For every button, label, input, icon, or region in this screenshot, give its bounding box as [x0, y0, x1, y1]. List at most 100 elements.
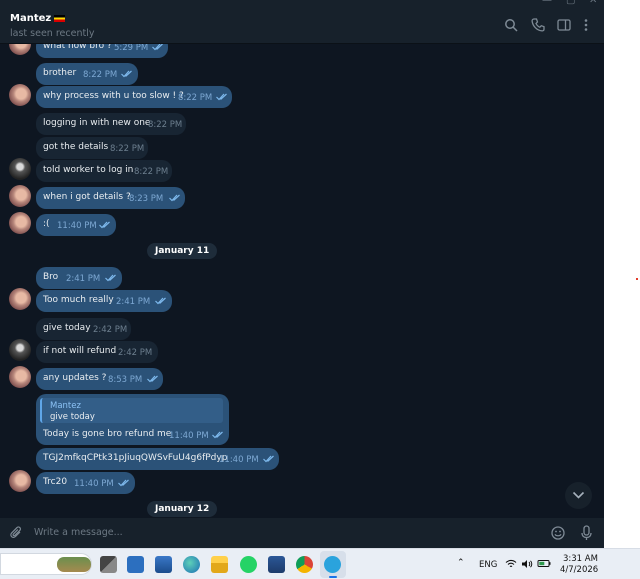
connection-app-icon[interactable]	[268, 556, 285, 573]
contact-name[interactable]: Mantez	[10, 13, 51, 24]
message-time: 11:40 PM	[74, 479, 114, 489]
message-text: any updates ?	[43, 373, 107, 383]
message-time: 8:22 PM	[178, 93, 213, 103]
message-bubble[interactable]: brother 8:22 PM	[36, 63, 138, 85]
chrome-icon[interactable]	[296, 556, 313, 573]
double-check-icon	[121, 70, 132, 78]
message-bubble[interactable]: Too much really 2:41 PM	[36, 290, 172, 312]
avatar[interactable]	[9, 185, 31, 207]
windows-taskbar: ⌃ ENG 3:31 AM 4/7/2026	[0, 548, 640, 579]
double-check-icon	[155, 297, 166, 305]
message-bubble[interactable]: any updates ? 8:53 PM	[36, 368, 163, 390]
message-bubble[interactable]: :( 11:40 PM	[36, 214, 116, 236]
message-bubble[interactable]: give today 2:42 PM	[36, 318, 131, 340]
message-text: Bro	[43, 272, 59, 282]
message-time: 5:29 PM	[114, 43, 149, 53]
battery-icon[interactable]	[537, 558, 551, 569]
attach-icon[interactable]	[10, 526, 23, 540]
sidebar-toggle-icon[interactable]	[557, 18, 571, 32]
reply-message-bubble[interactable]: Mantez give today Today is gone bro refu…	[36, 394, 229, 445]
volume-icon[interactable]	[521, 559, 533, 569]
avatar[interactable]	[9, 288, 31, 310]
message-text: if not will refund	[43, 346, 117, 356]
avatar[interactable]	[9, 158, 31, 180]
message-text: give today	[43, 323, 91, 333]
avatar[interactable]	[9, 84, 31, 106]
message-text: Trc20	[43, 477, 68, 487]
message-text: logging in with new one	[43, 118, 151, 128]
message-time: 8:22 PM	[83, 70, 118, 80]
avatar[interactable]	[9, 470, 31, 492]
microphone-icon[interactable]	[581, 525, 592, 541]
language-indicator[interactable]: ENG	[479, 560, 497, 570]
uganda-flag-icon	[54, 14, 66, 22]
show-hidden-icons-chevron-icon[interactable]: ⌃	[457, 558, 465, 568]
message-text: told worker to log in	[43, 165, 134, 175]
chevron-down-icon	[572, 491, 585, 499]
message-bubble[interactable]: why process with u too slow ! ? 8:22 PM	[36, 86, 232, 108]
file-explorer-icon[interactable]	[211, 556, 228, 573]
reply-quote-author: Mantez	[50, 401, 81, 411]
message-input[interactable]: Write a message...	[34, 527, 123, 538]
minimize-button[interactable]: —	[542, 0, 552, 6]
wifi-icon[interactable]	[505, 559, 517, 569]
contact-name-row[interactable]: Mantez	[10, 13, 66, 24]
search-icon[interactable]	[504, 18, 518, 32]
more-menu-icon[interactable]	[582, 18, 590, 32]
taskbar-search-box[interactable]	[0, 553, 92, 575]
double-check-icon	[118, 479, 129, 487]
message-bubble[interactable]: logging in with new one 8:22 PM	[36, 113, 186, 135]
message-text: when i got details ?	[43, 192, 131, 202]
message-text: why process with u too slow ! ?	[43, 91, 184, 101]
avatar[interactable]	[9, 366, 31, 388]
message-composer[interactable]: Write a message...	[0, 518, 604, 548]
reply-quote[interactable]: Mantez give today	[40, 398, 223, 423]
avatar[interactable]	[9, 339, 31, 361]
emoji-icon[interactable]	[551, 526, 565, 540]
double-check-icon	[169, 194, 180, 202]
message-bubble[interactable]: Bro 2:41 PM	[36, 267, 122, 289]
message-bubble[interactable]: when i got details ? 8:23 PM	[36, 187, 185, 209]
double-check-icon	[147, 375, 158, 383]
message-bubble[interactable]: told worker to log in 8:22 PM	[36, 160, 172, 182]
close-button[interactable]: ✕	[589, 0, 597, 6]
message-bubble[interactable]: TGJ2mfkqCPtk31pJiuqQWSvFuU4g6fPdyp 11:40…	[36, 448, 279, 470]
message-bubble[interactable]: got the details 8:22 PM	[36, 137, 148, 159]
maximize-button[interactable]: ▢	[566, 0, 575, 6]
message-list[interactable]: what now bro ? 5:29 PM brother 8:22 PM w…	[0, 0, 604, 518]
message-text: brother	[43, 68, 77, 78]
date-separator: January 11	[147, 243, 218, 259]
network-app-icon[interactable]	[155, 556, 172, 573]
message-time: 11:40 PM	[169, 431, 209, 441]
telegram-window: — ▢ ✕ Mantez last seen recently what now…	[0, 0, 604, 548]
widgets-icon[interactable]	[127, 556, 144, 573]
task-view-icon[interactable]	[100, 556, 117, 573]
whatsapp-icon[interactable]	[240, 556, 257, 573]
clock-time[interactable]: 3:31 AM	[563, 554, 598, 564]
message-bubble[interactable]: Trc20 11:40 PM	[36, 472, 135, 494]
search-highlight-image	[57, 557, 91, 572]
message-time: 8:22 PM	[110, 144, 145, 154]
avatar[interactable]	[9, 212, 31, 234]
message-time: 2:41 PM	[66, 274, 101, 284]
message-time: 11:40 PM	[219, 455, 259, 465]
message-time: 8:22 PM	[148, 120, 183, 130]
message-text: TGJ2mfkqCPtk31pJiuqQWSvFuU4g6fPdyp	[43, 453, 228, 463]
chat-header[interactable]: Mantez last seen recently	[0, 7, 604, 44]
contact-status: last seen recently	[10, 28, 95, 39]
desktop-marker	[636, 278, 638, 280]
scroll-to-bottom-button[interactable]	[565, 482, 592, 509]
telegram-active-task[interactable]	[320, 551, 346, 578]
message-text: Today is gone bro refund me	[43, 429, 172, 439]
message-time: 8:22 PM	[134, 167, 169, 177]
message-bubble[interactable]: if not will refund 2:42 PM	[36, 341, 158, 363]
double-check-icon	[216, 93, 227, 101]
message-time: 8:23 PM	[129, 194, 164, 204]
window-titlebar: — ▢ ✕	[0, 0, 604, 7]
message-time: 8:53 PM	[108, 375, 143, 385]
clock-date[interactable]: 4/7/2026	[560, 565, 598, 575]
phone-icon[interactable]	[531, 18, 545, 32]
message-text: got the details	[43, 142, 109, 152]
edge-browser-icon[interactable]	[183, 556, 200, 573]
message-time: 2:41 PM	[116, 297, 151, 307]
